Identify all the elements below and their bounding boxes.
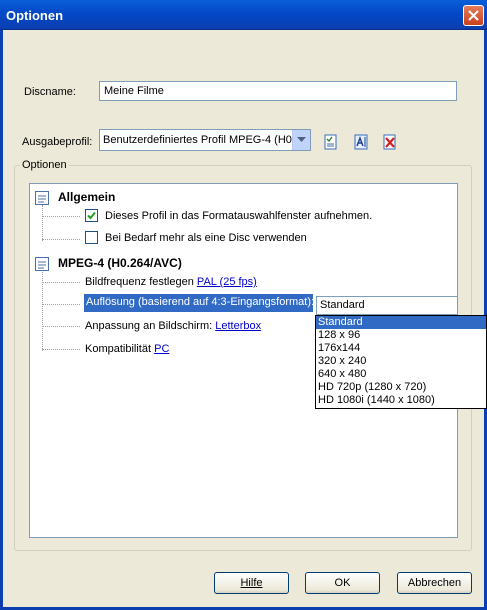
section-title-allgemein: Allgemein	[58, 190, 116, 204]
dropdown-option[interactable]: 128 x 96	[316, 329, 486, 342]
resolution-label: Auflösung (basierend auf 4:3-Eingangsfor…	[84, 294, 314, 312]
tree-line	[42, 326, 80, 327]
help-button-label: Hilfe	[240, 577, 263, 589]
dropdown-option[interactable]: Standard	[316, 316, 486, 329]
dropdown-option[interactable]: HD 1080i (1440 x 1080)	[316, 394, 486, 407]
tree-line	[42, 304, 80, 305]
discname-label: Discname:	[24, 86, 76, 98]
fit-label: Anpassung an Bildschirm:	[85, 320, 213, 332]
ok-button[interactable]: OK	[305, 572, 380, 594]
resolution-dropdown-list: Standard 128 x 96 176x144 320 x 240 640 …	[315, 315, 487, 409]
window-border-left	[0, 30, 3, 610]
compat-link[interactable]: PC	[154, 343, 169, 355]
ausgabeprofil-select[interactable]: Benutzerdefiniertes Profil MPEG-4 (H0.	[99, 129, 311, 151]
ok-button-label: OK	[334, 577, 351, 589]
cancel-button[interactable]: Abbrechen	[397, 572, 472, 594]
tree-line	[42, 282, 80, 283]
options-group-label: Optionen	[20, 159, 69, 171]
tree-line	[42, 239, 80, 240]
dropdown-option[interactable]: 640 x 480	[316, 368, 486, 381]
settings-section-icon	[35, 191, 49, 205]
fit-row: Anpassung an Bildschirm: Letterbox	[85, 320, 261, 332]
title-bar	[0, 0, 487, 30]
tree-line	[42, 205, 43, 241]
dropdown-option[interactable]: 320 x 240	[316, 355, 486, 368]
compat-label: Kompatibilität	[85, 343, 152, 355]
section-title-mpeg4: MPEG-4 (H0.264/AVC)	[58, 256, 182, 270]
compat-row: Kompatibilität PC	[85, 343, 169, 355]
chevron-down-icon	[297, 137, 306, 142]
delete-profile-button[interactable]	[381, 133, 399, 151]
rename-profile-button[interactable]	[352, 133, 370, 151]
resolution-select[interactable]: Standard	[316, 296, 458, 315]
window-title: Optionen	[6, 8, 64, 23]
close-icon	[468, 10, 479, 21]
dropdown-option[interactable]: HD 720p (1280 x 720)	[316, 381, 486, 394]
rename-profile-icon	[354, 134, 368, 150]
ausgabeprofil-value: Benutzerdefiniertes Profil MPEG-4 (H0.	[103, 134, 295, 146]
framerate-link[interactable]: PAL (25 fps)	[197, 276, 257, 288]
framerate-label: Bildfrequenz festlegen	[85, 276, 194, 288]
include-profile-label: Dieses Profil in das Formatauswahlfenste…	[105, 210, 373, 222]
framerate-row: Bildfrequenz festlegen PAL (25 fps)	[85, 276, 257, 288]
tree-line	[42, 216, 80, 217]
delete-profile-icon	[383, 134, 396, 150]
ausgabeprofil-label: Ausgabeprofil:	[22, 136, 93, 148]
multi-disc-checkbox[interactable]	[85, 231, 98, 244]
checkmark-icon	[87, 211, 96, 220]
help-button[interactable]: Hilfe	[214, 572, 289, 594]
ausgabeprofil-dropdown-button[interactable]	[292, 130, 310, 150]
fit-link[interactable]: Letterbox	[215, 320, 261, 332]
tree-line	[42, 349, 80, 350]
edit-profile-button[interactable]	[322, 133, 340, 151]
settings-section-icon	[35, 257, 49, 271]
cancel-button-label: Abbrechen	[407, 577, 462, 589]
close-button[interactable]	[463, 5, 484, 26]
dropdown-option[interactable]: 176x144	[316, 342, 486, 355]
multi-disc-label: Bei Bedarf mehr als eine Disc verwenden	[105, 232, 307, 244]
edit-profile-icon	[324, 134, 337, 150]
discname-field[interactable]: Meine Filme	[99, 81, 457, 101]
include-profile-checkbox[interactable]	[85, 209, 98, 222]
